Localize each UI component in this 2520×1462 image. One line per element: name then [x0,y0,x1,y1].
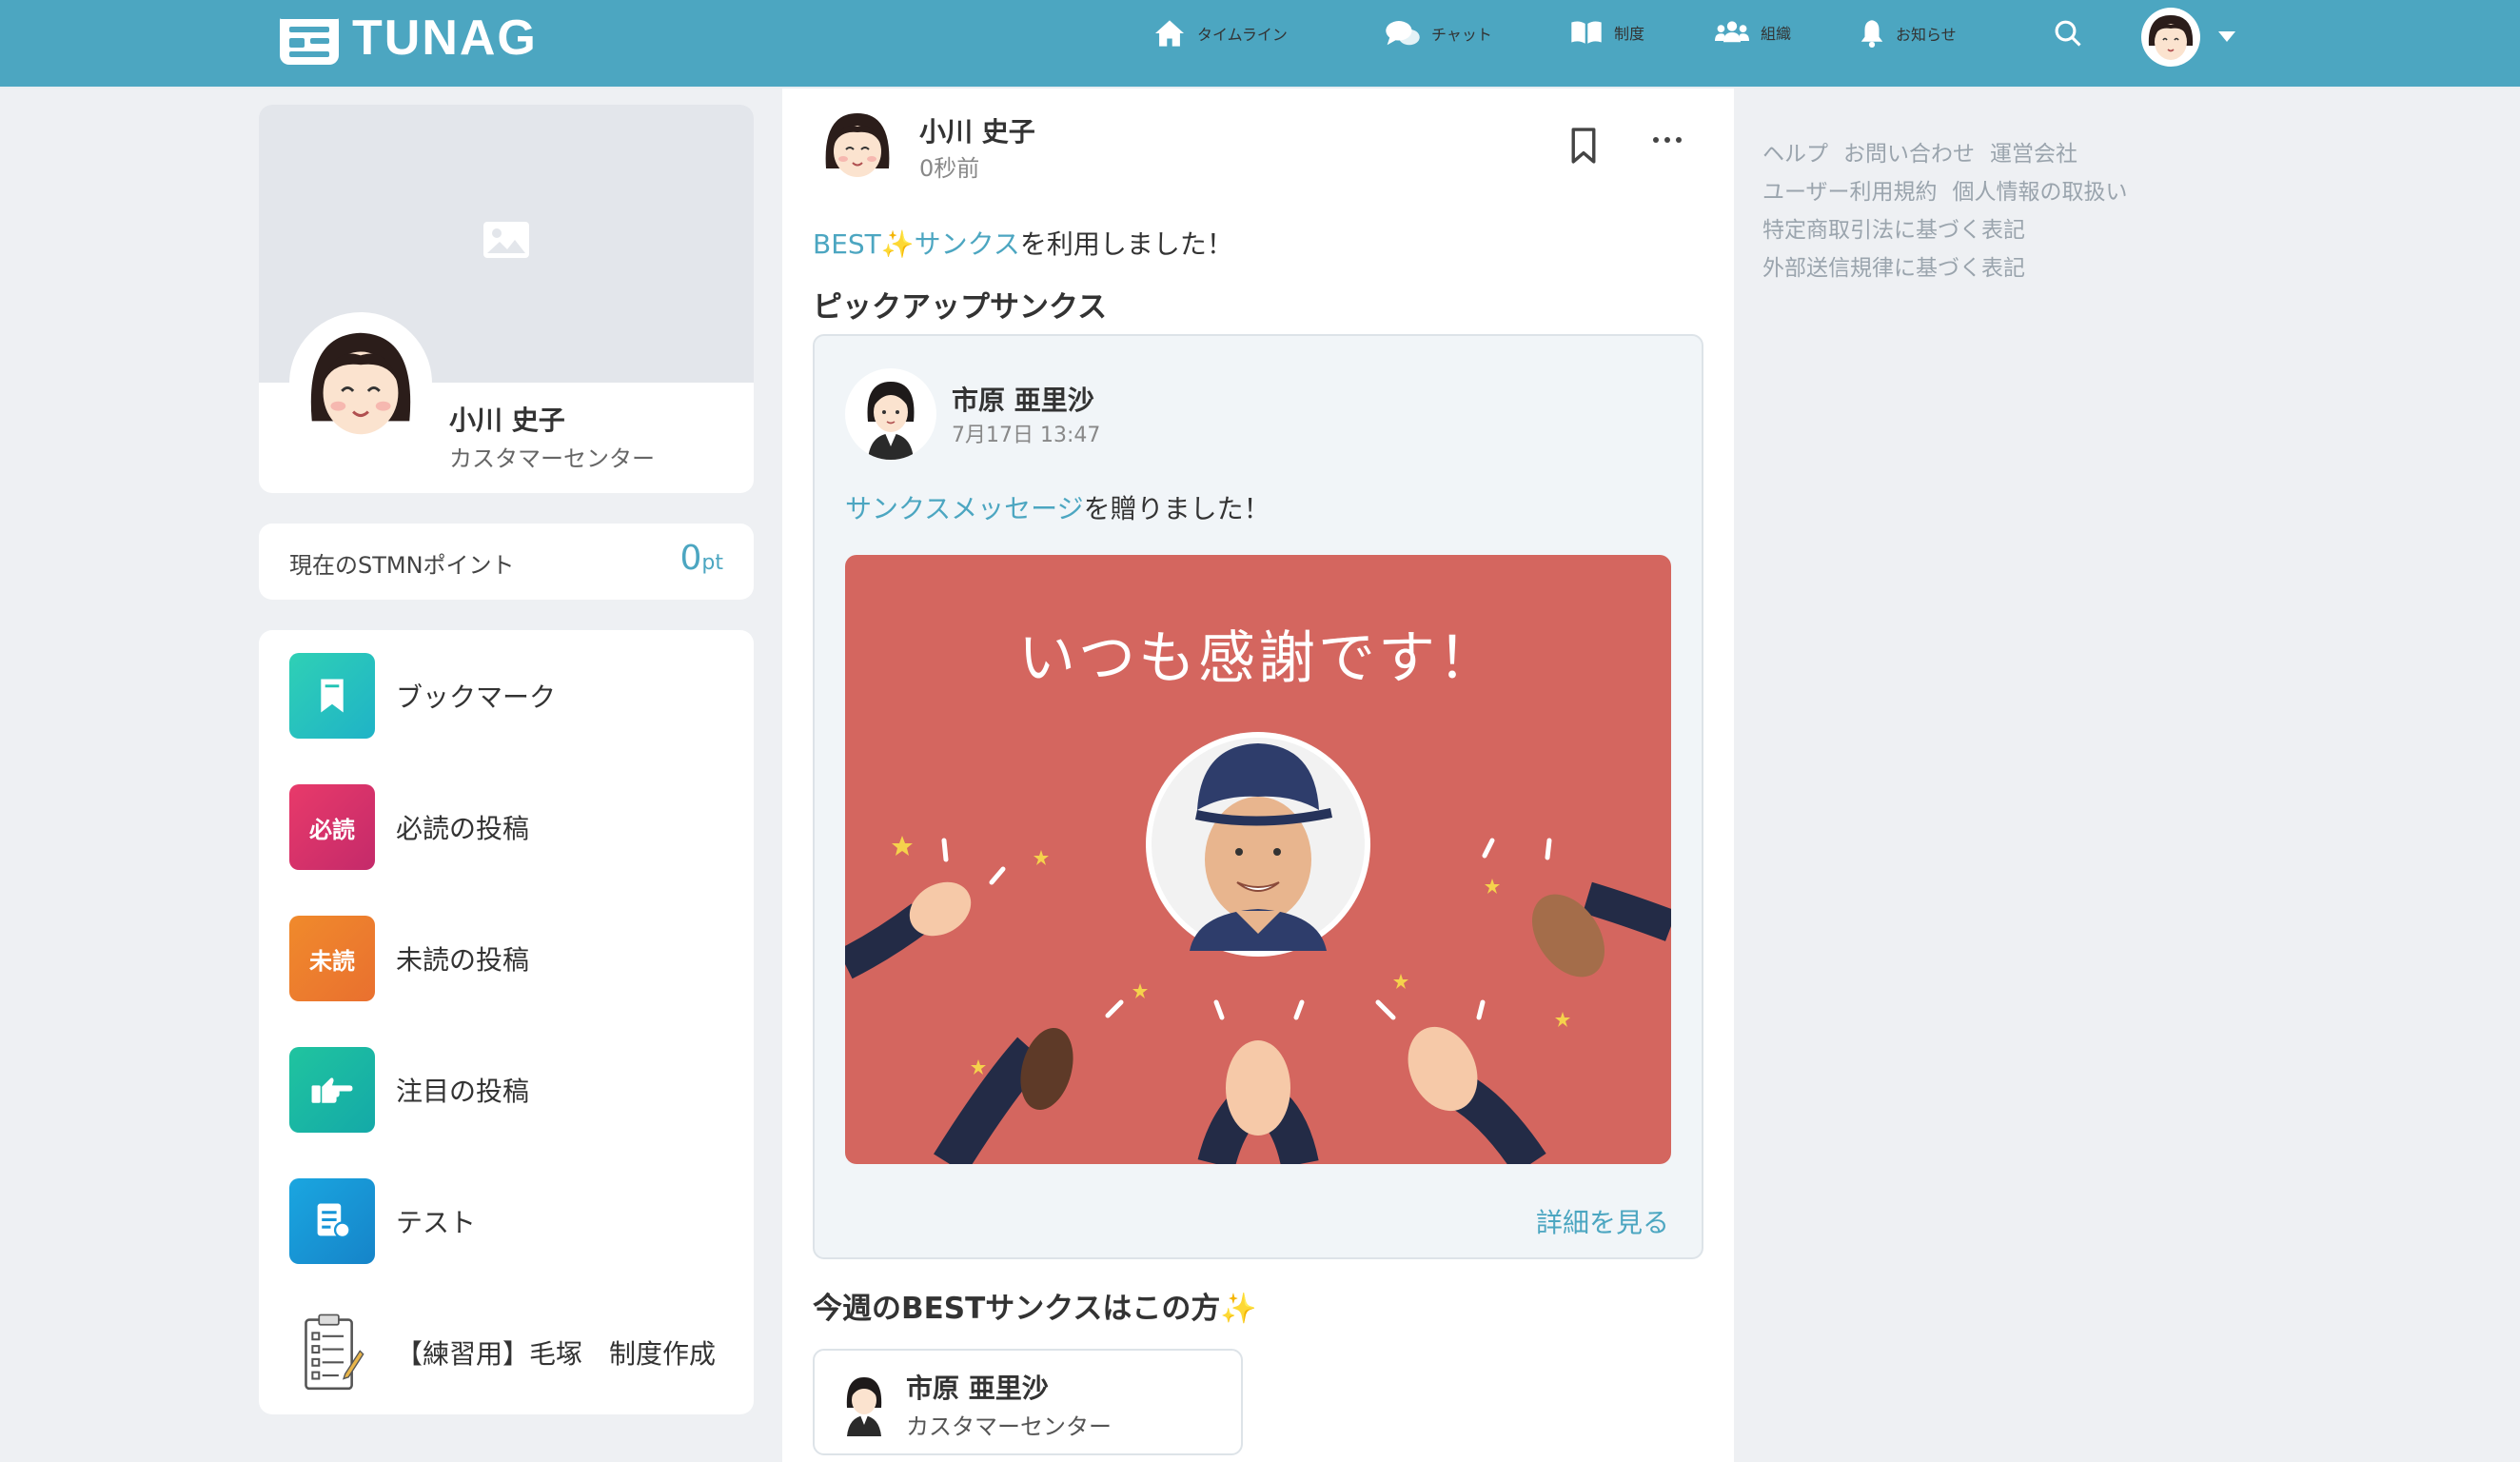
nav-notifications[interactable]: お知らせ [1860,19,1957,48]
chat-icon [1386,21,1420,46]
pickup-thanks-card[interactable]: 市原 亜里沙 7月17日 13:47 サンクスメッセージを贈りました！ いつも感… [813,334,1703,1259]
profile-department: カスタマーセンター [449,445,655,472]
detail-link[interactable]: 詳細を見る [1536,1202,1669,1240]
tunag-logo[interactable]: TUNAG [280,10,538,67]
best-person-department: カスタマーセンター [906,1413,1112,1440]
nav-label: お知らせ [1896,26,1957,44]
points-card[interactable]: 現在のSTMNポイント 0pt [259,524,754,600]
menu-item-unread[interactable]: 未読 未読の投稿 [289,916,529,1001]
home-icon [1155,20,1184,47]
logo-text: TUNAG [352,10,538,66]
book-icon [1571,21,1602,44]
thanks-message-card[interactable]: いつも感謝です！ [845,555,1671,1164]
nav-organization[interactable]: 組織 [1715,19,1791,46]
menu-item-bookmark[interactable]: ブックマーク [289,653,556,739]
menu-card: ブックマーク 必読 必読の投稿 未読 未読の投稿 注目の投稿 テスト 【練習用】… [259,630,754,1414]
terms-link[interactable]: ユーザー利用規約 [1762,180,1938,205]
nav-label: タイムライン [1197,26,1288,44]
menu-item-must-read[interactable]: 必読 必読の投稿 [289,784,529,870]
nav-chat[interactable]: チャット [1386,19,1492,48]
nav-label: 組織 [1761,25,1792,43]
menu-item-practice-system[interactable]: 【練習用】毛塚 制度作成 [289,1310,716,1395]
menu-label: 注目の投稿 [396,1076,530,1107]
external-transmission-link[interactable]: 外部送信規律に基づく表記 [1762,256,2025,281]
avatar[interactable] [2141,8,2200,67]
nav-system[interactable]: 制度 [1570,19,1644,46]
points-label: 現在のSTMNポイント [289,552,515,579]
must-read-icon: 必読 [289,784,375,870]
company-link[interactable]: 運営会社 [1990,142,2077,167]
avatar[interactable] [845,368,936,460]
bookmark-icon [289,653,375,739]
best-thanks-link[interactable]: BEST✨サンクス [813,228,1020,260]
profile-card[interactable]: 小川 史子 カスタマーセンター [259,105,754,493]
menu-item-featured[interactable]: 注目の投稿 [289,1047,529,1133]
post-text: BEST✨サンクスを利用しました！ [813,228,1233,260]
menu-label: ブックマーク [396,682,557,713]
post-author[interactable]: 小川 史子 [919,111,1035,149]
best-thanks-title: 今週のBESTサンクスはこの方✨ [813,1292,1257,1326]
chevron-down-icon[interactable] [2218,31,2235,42]
sparkle-icon: ✨ [1220,1292,1257,1326]
menu-item-test[interactable]: テスト [289,1178,476,1264]
unread-icon: 未読 [289,916,375,1001]
thanks-author[interactable]: 市原 亜里沙 [952,380,1094,418]
menu-label: テスト [396,1207,477,1238]
contact-link[interactable]: お問い合わせ [1843,142,1975,167]
pickup-title: ピックアップサンクス [813,290,1108,325]
bell-icon [1860,20,1883,48]
profile-name[interactable]: 小川 史子 [449,400,565,438]
nav-label: 制度 [1614,25,1645,43]
more-options-icon[interactable] [1648,130,1686,149]
best-thanks-person-card[interactable]: 市原 亜里沙 カスタマーセンター [813,1349,1243,1455]
image-placeholder-icon [483,222,529,258]
thanks-text: サンクスメッセージを贈りました！ [845,493,1270,524]
logo-icon [280,11,339,65]
users-icon [1715,21,1749,43]
footer-links: ヘルプ お問い合わせ 運営会社 ユーザー利用規約 個人情報の取扱い 特定商取引法に基づ… [1762,135,2143,287]
menu-label: 未読の投稿 [396,944,530,976]
points-value: 0pt [679,539,724,578]
clipboard-icon [289,1310,375,1395]
document-icon [289,1178,375,1264]
avatar [846,1377,882,1436]
top-header: TUNAG タイムライン チャット 制度 組織 お知らせ [0,0,2520,89]
bookmark-icon[interactable] [1568,127,1599,165]
menu-label: 必読の投稿 [396,813,530,844]
avatar[interactable] [289,312,432,455]
post-time: 0秒前 [919,155,980,182]
menu-label: 【練習用】毛塚 制度作成 [396,1338,717,1370]
privacy-link[interactable]: 個人情報の取扱い [1953,180,2128,205]
avatar[interactable] [817,104,898,186]
best-person-name: 市原 亜里沙 [906,1373,1049,1404]
pointing-hand-icon [289,1047,375,1133]
search-icon [2055,20,2081,47]
clapping-illustration [845,732,1671,1164]
commerce-law-link[interactable]: 特定商取引法に基づく表記 [1762,218,2025,243]
search-button[interactable] [2054,19,2082,48]
timeline-feed: 小川 史子 0秒前 BEST✨サンクスを利用しました！ ピックアップサンクス 市… [782,89,1734,1462]
thanks-message-link[interactable]: サンクスメッセージ [845,493,1084,524]
nav-timeline[interactable]: タイムライン [1153,19,1288,48]
points-unit: pt [701,551,723,575]
nav-label: チャット [1431,26,1492,44]
thanks-time: 7月17日 13:47 [952,424,1101,447]
help-link[interactable]: ヘルプ [1762,142,1828,167]
